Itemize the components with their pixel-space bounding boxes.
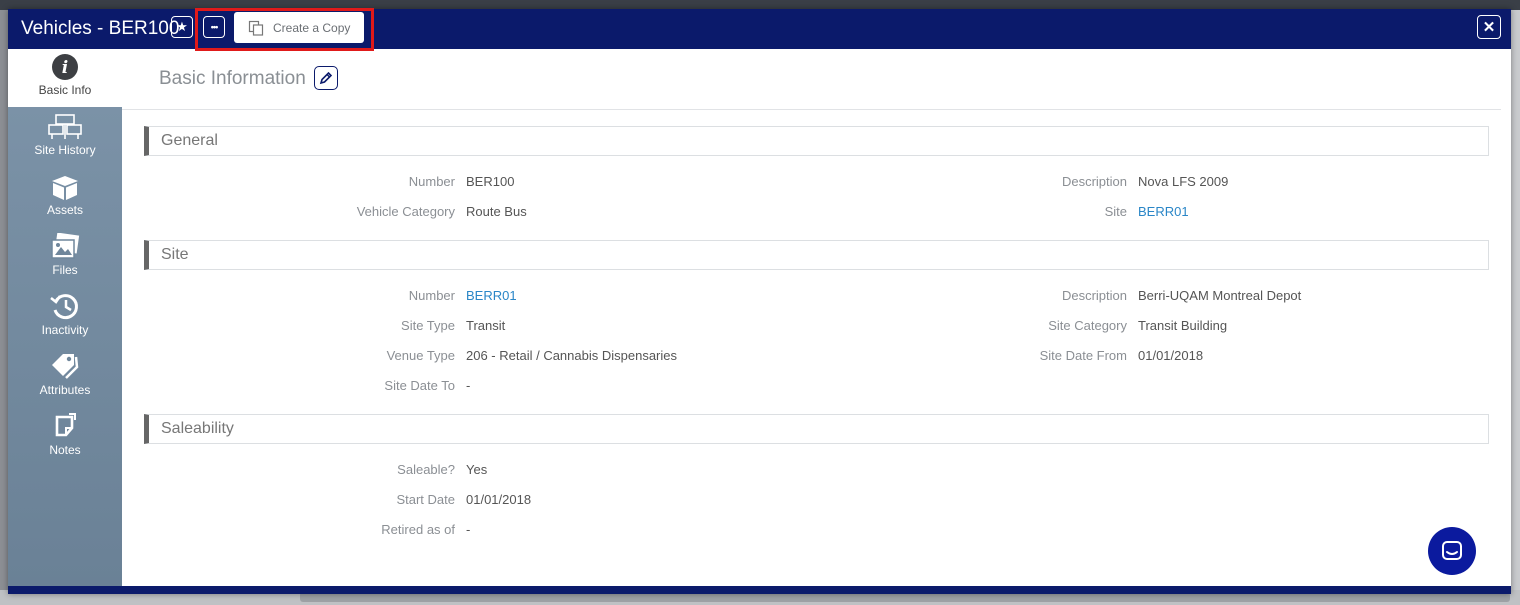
sidebar-item-label: Site History [34,143,96,157]
copy-icon [248,20,264,36]
site-date-from-label: Site Date From [1039,348,1127,363]
sidebar-item-label: Basic Info [38,83,92,97]
number-value: BER100 [466,174,515,189]
sidebar-item-label: Files [52,263,78,277]
start-date-label: Start Date [396,492,455,507]
divider [122,109,1501,110]
site-number-link[interactable]: BERR01 [466,288,517,303]
sidebar-item-label: Inactivity [41,323,89,337]
create-copy-button[interactable]: Create a Copy [234,12,364,43]
sidebar-item-attributes[interactable]: Attributes [8,349,122,407]
sidebar-item-basic-info[interactable]: i Basic Info [8,49,122,107]
sidebar-item-notes[interactable]: Notes [8,409,122,467]
vehicle-category-label: Vehicle Category [356,204,455,219]
venue-type-value: 206 - Retail / Cannabis Dispensaries [466,348,677,363]
ellipsis-icon: ••• [210,22,219,32]
site-history-icon [47,109,83,141]
favorite-button[interactable]: ★ [171,16,193,38]
background-app-edge [1510,10,1520,605]
page-title: Basic Information [159,68,306,89]
note-icon [50,409,80,441]
more-actions-button[interactable]: ••• [203,16,225,38]
svg-text:i: i [62,58,68,78]
tags-icon [48,349,82,381]
close-icon: ✕ [1482,19,1496,36]
pencil-icon [319,71,333,85]
sidebar-item-assets[interactable]: Assets [8,169,122,227]
section-header-saleability: Saleability [144,414,1489,444]
section-header-general: General [144,126,1489,156]
description-label: Description [1061,174,1127,189]
info-icon: i [51,49,79,81]
site-date-to-value: - [466,378,471,393]
site-date-to-label: Site Date To [384,378,455,393]
venue-type-label: Venue Type [386,348,455,363]
site-label: Site [1104,204,1127,219]
edit-button[interactable] [314,66,338,90]
saleable-value: Yes [466,462,488,477]
vehicle-modal: Vehicles - BER100 ★ ••• Create a Copy ✕ … [8,8,1511,594]
site-link[interactable]: BERR01 [1138,204,1189,219]
site-category-value: Transit Building [1138,318,1228,333]
sidebar-item-inactivity[interactable]: Inactivity [8,289,122,347]
chat-icon [1442,541,1462,560]
site-description-value: Berri-UQAM Montreal Depot [1138,288,1302,303]
modal-title: Vehicles - BER100 [21,18,180,39]
site-description-label: Description [1061,288,1127,303]
vehicle-category-value: Route Bus [466,204,527,219]
sidebar-item-label: Attributes [39,383,91,397]
site-number-label: Number [408,288,455,303]
site-type-label: Site Type [401,318,455,333]
sidebar-item-label: Notes [49,443,81,457]
start-date-value: 01/01/2018 [466,492,532,507]
site-type-value: Transit [466,318,506,333]
retired-value: - [466,522,471,537]
modal-titlebar: Vehicles - BER100 ★ ••• Create a Copy ✕ [8,8,1511,51]
create-copy-label: Create a Copy [273,20,351,35]
site-category-label: Site Category [1048,318,1127,333]
section-title: Saleability [161,420,234,437]
section-header-site: Site [144,240,1489,270]
box-icon [49,169,81,201]
site-date-from-value: 01/01/2018 [1138,348,1204,363]
star-icon: ★ [176,19,188,34]
section-title: Site [161,246,189,263]
sidebar-item-files[interactable]: Files [8,229,122,287]
section-title: General [161,132,218,149]
saleable-label: Saleable? [397,462,455,477]
sidebar: i Basic Info Site History Assets Files I… [8,49,122,586]
chat-button[interactable] [1428,527,1476,575]
description-value: Nova LFS 2009 [1138,174,1229,189]
sidebar-item-site-history[interactable]: Site History [8,109,122,167]
close-button[interactable]: ✕ [1477,15,1501,39]
sidebar-item-label: Assets [46,203,83,217]
main-content: Basic Information General Number BER100 … [122,49,1511,586]
images-icon [49,229,81,261]
number-label: Number [408,174,455,189]
modal-bottom-bar [8,586,1511,594]
history-icon [49,289,81,321]
retired-label: Retired as of [381,522,455,537]
